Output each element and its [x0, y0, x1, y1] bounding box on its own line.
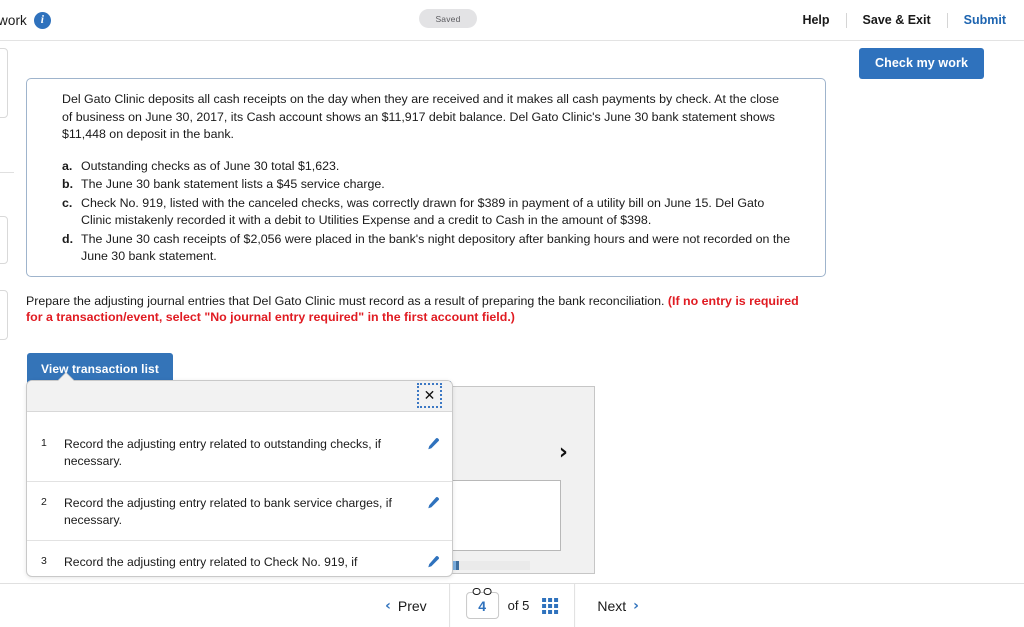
chain-link-icon — [472, 587, 492, 598]
transaction-description: Record the adjusting entry related to ba… — [64, 496, 392, 527]
transaction-description: Record the adjusting entry related to ou… — [64, 437, 382, 468]
transaction-row[interactable]: 3 Record the adjusting entry related to … — [27, 541, 452, 576]
check-my-work-button[interactable]: Check my work — [858, 48, 984, 79]
offscreen-panel-fragment — [0, 48, 8, 118]
bottom-navigation-bar: ‹ Prev 4 of 5 Next › — [0, 583, 1024, 627]
fact-text: Check No. 919, listed with the canceled … — [81, 195, 765, 228]
pencil-icon[interactable] — [422, 436, 442, 452]
page-number-input[interactable]: 4 — [465, 588, 499, 619]
page-indicator-group: 4 of 5 — [450, 588, 575, 619]
offscreen-divider — [0, 172, 14, 173]
prev-label: Prev — [397, 597, 427, 614]
question-intro-paragraph: Del Gato Clinic deposits all cash receip… — [62, 92, 779, 141]
chevron-right-icon[interactable]: › — [559, 442, 568, 464]
popup-caret — [58, 373, 74, 381]
page-number-value: 4 — [478, 597, 487, 614]
chevron-right-icon: › — [633, 597, 639, 614]
top-toolbar: work i Saved Help Save & Exit Submit — [0, 0, 1024, 41]
fact-text: The June 30 cash receipts of $2,056 were… — [81, 231, 791, 264]
pencil-icon[interactable] — [422, 554, 442, 570]
pencil-icon[interactable] — [422, 495, 442, 511]
question-body: Del Gato Clinic deposits all cash receip… — [62, 91, 792, 267]
submit-button[interactable]: Submit — [946, 13, 1012, 28]
chevron-left-icon: ‹ — [385, 597, 391, 614]
save-and-exit-button[interactable]: Save & Exit — [845, 13, 947, 28]
question-fact-item: a. Outstanding checks as of June 30 tota… — [62, 158, 792, 176]
fact-marker: b. — [62, 177, 74, 191]
question-fact-item: d. The June 30 cash receipts of $2,056 w… — [62, 231, 792, 266]
fact-marker: a. — [62, 158, 73, 173]
question-card: Del Gato Clinic deposits all cash receip… — [26, 78, 826, 277]
question-facts-list: a. Outstanding checks as of June 30 tota… — [62, 158, 792, 266]
pagination-group: ‹ Prev 4 of 5 Next › — [363, 584, 661, 627]
transaction-row[interactable]: 1 Record the adjusting entry related to … — [27, 412, 452, 482]
transaction-row[interactable]: 2 Record the adjusting entry related to … — [27, 482, 452, 541]
transaction-list-popup: ✕ 1 Record the adjusting entry related t… — [26, 380, 453, 577]
prev-button[interactable]: ‹ Prev — [363, 584, 450, 627]
offscreen-panel-fragment — [0, 290, 8, 340]
question-fact-item: b. The June 30 bank statement lists a $4… — [62, 176, 792, 194]
transaction-number: 3 — [41, 555, 47, 567]
check-my-work-row: Check my work — [858, 48, 984, 79]
info-icon[interactable]: i — [33, 12, 51, 29]
status-badge: Saved — [419, 9, 477, 28]
toolbar-left-group: work i — [0, 0, 51, 41]
fact-marker: d. — [62, 231, 74, 246]
help-button[interactable]: Help — [786, 13, 845, 28]
assignment-title: work — [0, 13, 27, 28]
instruction-text: Prepare the adjusting journal entries th… — [26, 293, 816, 325]
transaction-number: 1 — [41, 437, 47, 449]
next-label: Next — [597, 597, 627, 614]
popup-header: ✕ — [27, 381, 452, 412]
fact-text: The June 30 bank statement lists a $45 s… — [81, 177, 385, 191]
grid-icon[interactable] — [542, 597, 559, 614]
close-icon[interactable]: ✕ — [417, 383, 442, 408]
next-button[interactable]: Next › — [574, 584, 661, 627]
toolbar-right-group: Help Save & Exit Submit — [786, 0, 1012, 41]
instruction-main: Prepare the adjusting journal entries th… — [26, 294, 668, 308]
question-fact-item: c. Check No. 919, listed with the cancel… — [62, 195, 792, 230]
offscreen-panel-fragment — [0, 216, 8, 264]
fact-text: Outstanding checks as of June 30 total $… — [81, 158, 340, 173]
transaction-rows: 1 Record the adjusting entry related to … — [27, 412, 452, 576]
app-root: work i Saved Help Save & Exit Submit Che… — [0, 0, 1024, 627]
fact-marker: c. — [62, 195, 73, 210]
page-total-label: of 5 — [507, 598, 530, 613]
transaction-number: 2 — [41, 496, 47, 508]
transaction-description: Record the adjusting entry related to Ch… — [64, 555, 358, 576]
